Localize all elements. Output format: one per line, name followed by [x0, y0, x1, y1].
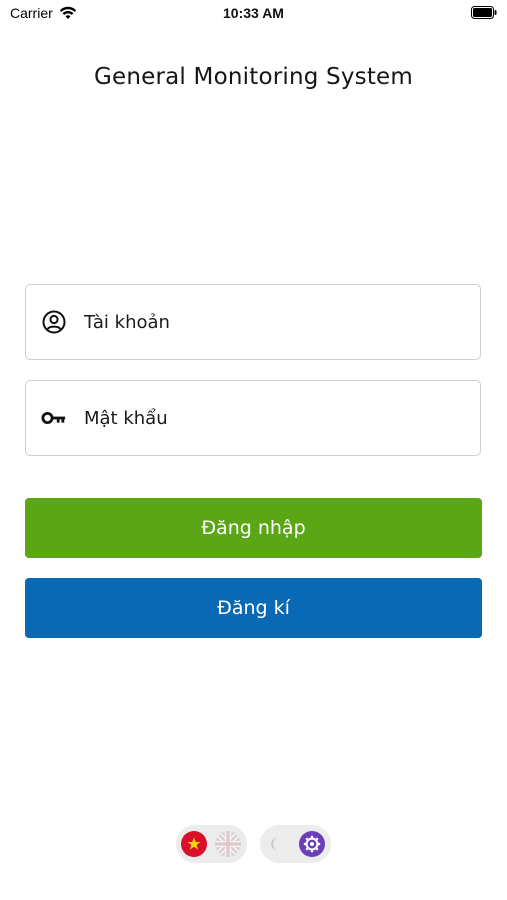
page-title: General Monitoring System	[93, 64, 414, 90]
user-circle-icon	[41, 309, 67, 335]
uk-flag-icon[interactable]	[214, 830, 242, 858]
account-placeholder: Tài khoản	[84, 311, 170, 333]
login-button[interactable]: Đăng nhập	[25, 498, 482, 558]
password-placeholder: Mật khẩu	[84, 407, 168, 429]
password-field[interactable]: Mật khẩu	[25, 380, 481, 456]
theme-toggle[interactable]	[260, 825, 331, 863]
status-bar: Carrier 10:33 AM	[0, 0, 507, 28]
language-toggle[interactable]	[176, 825, 247, 863]
clock: 10:33 AM	[223, 5, 284, 21]
account-field[interactable]: Tài khoản	[25, 284, 481, 360]
gear-icon[interactable]	[298, 830, 326, 858]
key-icon	[41, 405, 67, 431]
moon-icon[interactable]	[264, 830, 292, 858]
vietnam-flag-icon[interactable]	[180, 830, 208, 858]
register-button[interactable]: Đăng kí	[25, 578, 482, 638]
battery-icon	[471, 6, 497, 19]
